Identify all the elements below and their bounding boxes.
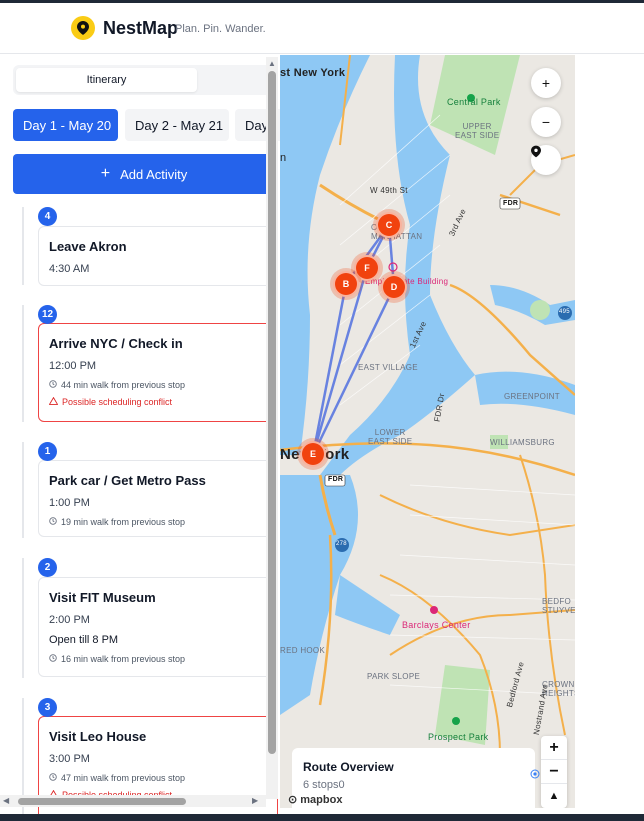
map-label: UPPER EAST SIDE xyxy=(455,122,500,140)
horizontal-scroll-thumb[interactable] xyxy=(18,798,186,805)
map-marker-c[interactable]: C xyxy=(376,212,402,238)
activity-title: Arrive NYC / Check in xyxy=(49,336,183,351)
map-label: EAST VILLAGE xyxy=(358,363,418,372)
activity-time: 1:00 PM xyxy=(49,497,90,509)
map-pin-logo-icon xyxy=(71,16,95,40)
brand-tagline: Plan. Pin. Wander. xyxy=(175,23,266,35)
clock-icon xyxy=(49,517,57,527)
walk-info: 47 min walk from previous stop xyxy=(49,773,267,783)
clock-icon xyxy=(49,380,57,390)
activity-card[interactable]: Visit FIT Museum 2:00 PM Open till 8 PM … xyxy=(38,577,278,677)
map-label: Central Park xyxy=(447,97,501,107)
tab-other[interactable] xyxy=(201,68,275,92)
activity-title: Leave Akron xyxy=(49,239,127,254)
tab-itinerary[interactable]: Itinerary xyxy=(16,68,197,92)
map-label: FDR xyxy=(328,476,344,483)
scroll-right-arrow-icon[interactable]: ▶ xyxy=(252,796,258,805)
walk-text: 16 min walk from previous stop xyxy=(61,654,186,664)
activity-number-badge: 1 xyxy=(38,442,57,461)
mapbox-logo-text: mapbox xyxy=(300,794,343,806)
map-marker-e[interactable]: E xyxy=(300,441,326,467)
map-label: Prospect Park xyxy=(428,732,489,742)
walk-text: 19 min walk from previous stop xyxy=(61,517,186,527)
activity-title: Park car / Get Metro Pass xyxy=(49,473,206,488)
map-label: FDR xyxy=(503,200,519,207)
activity-card[interactable]: Leave Akron 4:30 AM xyxy=(38,226,278,286)
activity-number-badge: 12 xyxy=(38,305,57,324)
route-overview-stops: 6 stops0 xyxy=(303,779,345,791)
route-overview-title: Route Overview xyxy=(303,760,394,774)
timeline-line xyxy=(22,305,24,422)
itinerary-panel: Itinerary Day 1 - May 20 Day 2 - May 21 … xyxy=(0,55,280,814)
conflict-warning: Possible scheduling conflict xyxy=(48,396,267,407)
vertical-scrollbar[interactable]: ▲ xyxy=(266,57,278,799)
map-marker-d[interactable]: D xyxy=(381,274,407,300)
clock-icon xyxy=(49,654,57,664)
map-label: RED HOOK xyxy=(280,646,326,655)
warning-text: Possible scheduling conflict xyxy=(62,397,173,407)
map-marker-b[interactable]: B xyxy=(333,271,359,297)
day-2-button[interactable]: Day 2 - May 21 xyxy=(125,109,229,141)
timeline-line xyxy=(22,442,24,538)
map-label: n xyxy=(280,152,287,164)
day-1-button[interactable]: Day 1 - May 20 xyxy=(13,109,118,141)
activity-number-badge: 2 xyxy=(38,558,57,577)
map-label: WILLIAMSBURG xyxy=(490,438,555,447)
horizontal-scrollbar[interactable]: ◀ ▶ xyxy=(0,795,266,807)
scroll-up-arrow-icon[interactable]: ▲ xyxy=(268,59,276,68)
walk-info: 44 min walk from previous stop xyxy=(49,380,267,390)
locate-pin-button[interactable] xyxy=(531,145,561,175)
panel-tabs: Itinerary xyxy=(13,65,275,95)
nav-zoom-out-button[interactable]: − xyxy=(541,760,567,784)
map-label: BEDFO STUYVE xyxy=(542,597,575,615)
clock-icon xyxy=(49,773,57,783)
map-marker-f[interactable]: F xyxy=(354,255,380,281)
vertical-scroll-thumb[interactable] xyxy=(268,71,276,754)
mapbox-attribution[interactable]: ⊙ mapbox xyxy=(288,793,342,806)
map-zoom-in-button[interactable]: + xyxy=(531,68,561,98)
map-view[interactable]: st New York Central Park UPPER EAST SIDE… xyxy=(280,55,575,808)
activity-number-badge: 3 xyxy=(38,698,57,717)
map-label: 278 xyxy=(336,541,347,547)
map-label: W 49th St xyxy=(370,186,408,195)
timeline-line xyxy=(22,207,24,285)
brand-name: NestMap xyxy=(103,18,179,38)
activity-time: 2:00 PM xyxy=(49,614,90,626)
add-activity-label: Add Activity xyxy=(120,166,188,182)
walk-info: 16 min walk from previous stop xyxy=(49,654,267,664)
map-label: GREENPOINT xyxy=(504,392,560,401)
activity-card[interactable]: Park car / Get Metro Pass 1:00 PM 19 min… xyxy=(38,460,278,537)
opening-hours: Open till 8 PM xyxy=(49,634,119,646)
compass-icon[interactable]: ▲ xyxy=(541,784,567,808)
activity-time: 4:30 AM xyxy=(49,263,90,275)
timeline-line xyxy=(22,558,24,678)
map-label: st New York xyxy=(280,67,346,79)
walk-text: 47 min walk from previous stop xyxy=(61,773,186,783)
activity-number-badge: 4 xyxy=(38,207,57,226)
map-navigation-control: + − ▲ xyxy=(541,736,567,808)
add-activity-button[interactable]: + Add Activity xyxy=(13,154,275,194)
walk-text: 44 min walk from previous stop xyxy=(61,380,186,390)
activity-time: 3:00 PM xyxy=(49,753,90,765)
window-bottom-bar xyxy=(0,814,644,821)
map-label: LOWER EAST SIDE xyxy=(368,428,413,446)
plus-icon: + xyxy=(100,165,111,182)
walk-info: 19 min walk from previous stop xyxy=(49,517,267,527)
map-label: Barclays Center xyxy=(402,620,471,630)
activity-title: Visit FIT Museum xyxy=(49,590,156,605)
scroll-left-arrow-icon[interactable]: ◀ xyxy=(3,796,9,805)
mapbox-logo-icon: ⊙ xyxy=(288,794,298,806)
warning-triangle-icon xyxy=(48,396,59,407)
activity-title: Visit Leo House xyxy=(49,729,147,744)
app-header: NestMap Plan. Pin. Wander. xyxy=(0,3,644,54)
activity-card[interactable]: Arrive NYC / Check in 12:00 PM 44 min wa… xyxy=(38,323,278,422)
map-label: PARK SLOPE xyxy=(367,672,421,681)
activity-time: 12:00 PM xyxy=(49,360,97,372)
map-zoom-out-button[interactable]: − xyxy=(531,107,561,137)
map-label: 495 xyxy=(559,309,570,315)
map-canvas xyxy=(280,55,575,756)
nav-zoom-in-button[interactable]: + xyxy=(541,736,567,760)
